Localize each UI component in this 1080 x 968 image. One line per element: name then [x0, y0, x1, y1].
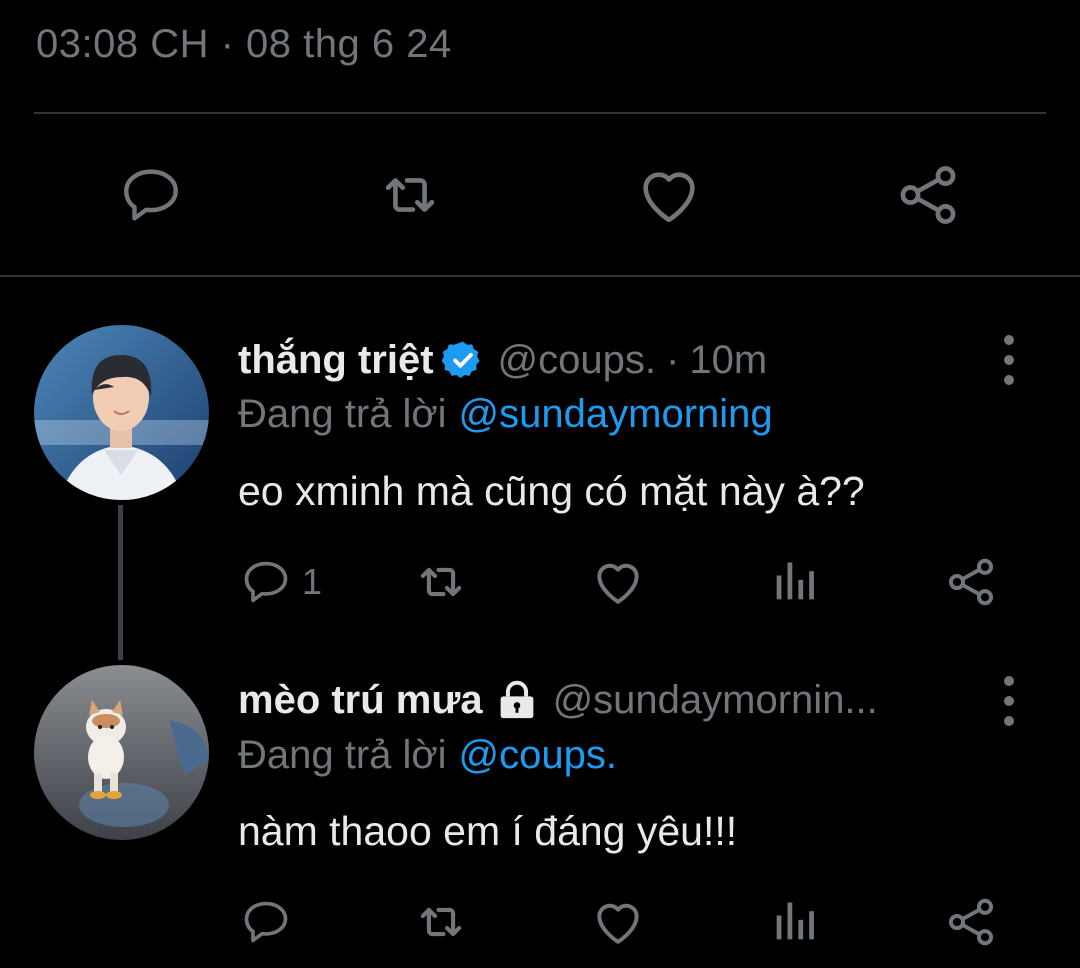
- like-button[interactable]: [634, 160, 704, 230]
- share-button[interactable]: [943, 894, 999, 950]
- display-name[interactable]: mèo trú mưa: [238, 678, 483, 723]
- reply-button[interactable]: 1: [240, 554, 322, 610]
- user-handle[interactable]: @sundaymornin...: [553, 678, 878, 723]
- tweet-detail-screen: 03:08 CH · 08 thg 6 24 thắng triệt @coup…: [0, 0, 1080, 968]
- more-dot: [1004, 716, 1014, 726]
- reply-icon: [124, 169, 178, 221]
- more-dot: [1004, 355, 1014, 365]
- tweet-text: eo xminh mà cũng có mặt này à??: [238, 468, 865, 514]
- more-options-button[interactable]: [994, 335, 1024, 385]
- reply-button[interactable]: [116, 160, 186, 230]
- mention-link[interactable]: @coups.: [459, 733, 617, 777]
- more-dot: [1004, 335, 1014, 345]
- replying-to: Đang trả lời @sundaymorning: [238, 392, 773, 437]
- more-dot: [1004, 676, 1014, 686]
- more-options-button[interactable]: [994, 676, 1024, 726]
- retweet-icon: [385, 178, 435, 212]
- user-handle[interactable]: @coups.: [498, 338, 656, 383]
- avatar[interactable]: [34, 325, 209, 500]
- views-button[interactable]: [768, 554, 820, 610]
- share-icon: [900, 166, 956, 224]
- retweet-icon: [420, 567, 462, 597]
- lock-icon: [495, 680, 539, 720]
- analytics-icon: [776, 902, 814, 940]
- divider: [34, 112, 1046, 114]
- main-tweet-actions: [0, 160, 1080, 230]
- share-icon: [948, 558, 994, 606]
- tweet-actions: [0, 894, 1080, 950]
- display-name[interactable]: thắng triệt: [238, 338, 434, 383]
- tweet-header: mèo trú mưa @sundaymornin...: [238, 672, 878, 728]
- heart-icon: [597, 903, 639, 944]
- tweet-text: nàm thaoo em í đáng yêu!!!: [238, 808, 738, 854]
- more-dot: [1004, 375, 1014, 385]
- divider: [0, 275, 1080, 277]
- separator: ·: [666, 337, 680, 382]
- replying-to-label: Đang trả lời: [238, 733, 447, 777]
- replying-to: Đang trả lời @coups.: [238, 733, 617, 778]
- retweet-button[interactable]: [375, 160, 445, 230]
- share-button[interactable]: [893, 160, 963, 230]
- replying-to-label: Đang trả lời: [238, 392, 447, 436]
- analytics-icon: [776, 562, 814, 600]
- reply-count: 1: [302, 561, 323, 602]
- like-button[interactable]: [590, 554, 646, 610]
- retweet-icon: [420, 907, 462, 937]
- tweet-timestamp[interactable]: 03:08 CH · 08 thg 6 24: [36, 22, 452, 67]
- views-button[interactable]: [768, 894, 820, 950]
- avatar-image: [34, 665, 209, 840]
- tweet-time[interactable]: 10m: [689, 338, 767, 383]
- reply-button[interactable]: [240, 894, 292, 950]
- avatar[interactable]: [34, 665, 209, 840]
- heart-icon: [597, 563, 639, 604]
- tweet-header: thắng triệt @coups. · 10m: [238, 332, 767, 388]
- like-button[interactable]: [590, 894, 646, 950]
- avatar-image: [34, 325, 209, 500]
- reply-icon: [244, 561, 288, 603]
- heart-icon: [643, 172, 695, 223]
- more-dot: [1004, 696, 1014, 706]
- reply-icon: [244, 901, 288, 943]
- share-button[interactable]: [943, 554, 999, 610]
- retweet-button[interactable]: [412, 554, 470, 610]
- tweet-actions: 1: [0, 554, 1080, 610]
- retweet-button[interactable]: [412, 894, 470, 950]
- share-icon: [948, 898, 994, 946]
- mention-link[interactable]: @sundaymorning: [459, 392, 773, 436]
- verified-badge-icon: [441, 339, 484, 381]
